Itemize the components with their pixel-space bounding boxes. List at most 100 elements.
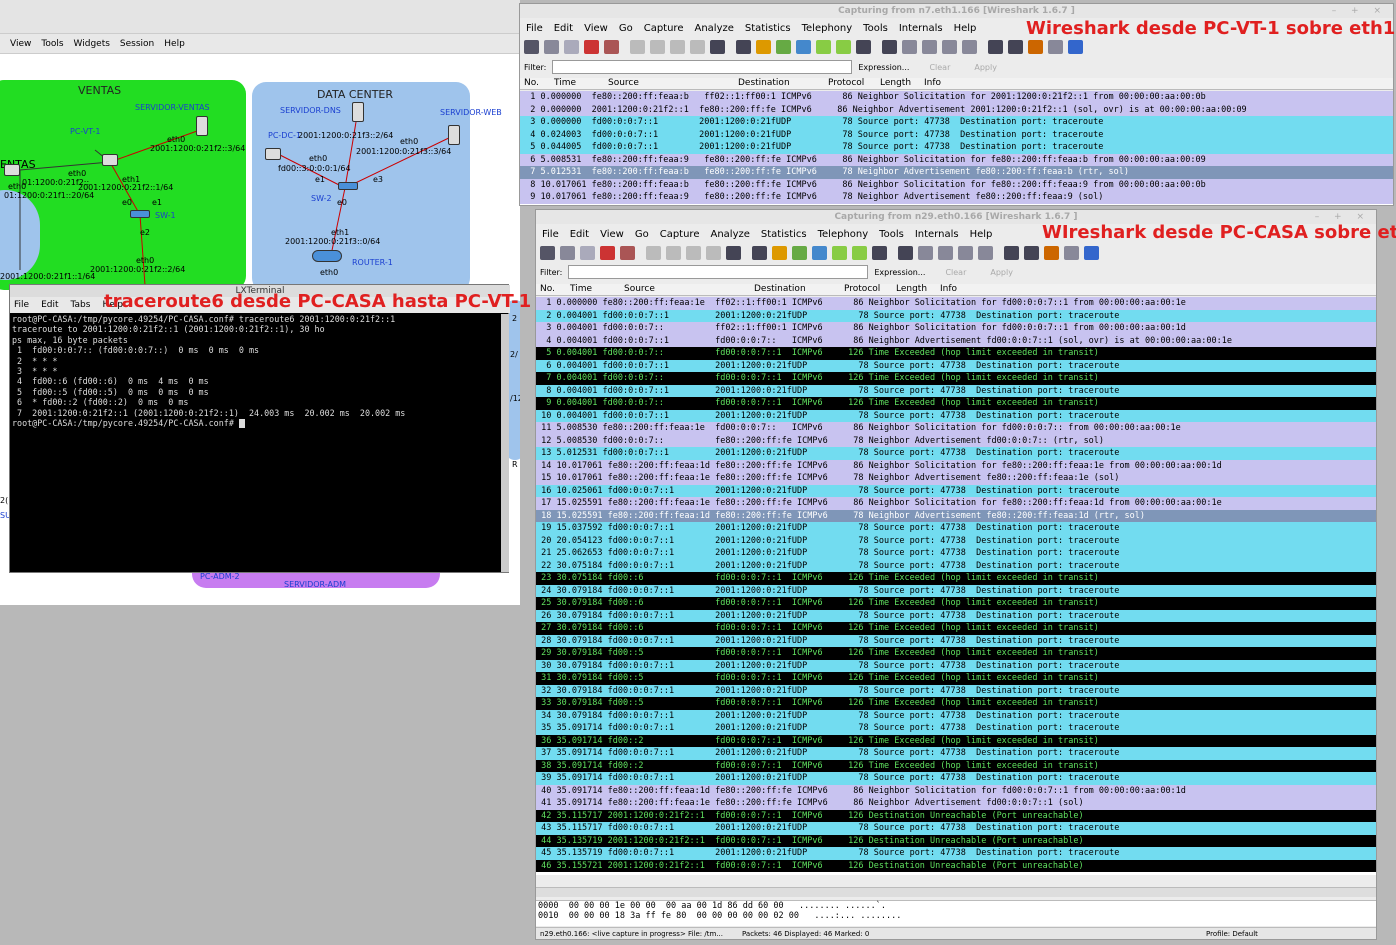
pc-vt-1-icon[interactable] bbox=[102, 154, 118, 166]
toolbar-button-icon[interactable] bbox=[706, 246, 721, 260]
ws1-menu-telephony[interactable]: Telephony bbox=[802, 23, 853, 34]
toolbar-button-icon[interactable] bbox=[852, 246, 867, 260]
ws1-packet-list[interactable]: 1 0.000000 fe80::200:ff:feaa:b ff02::1:f… bbox=[520, 91, 1393, 205]
packet-row[interactable]: 46 35.155721 2001:1200:0:21f2::1 fd00:0:… bbox=[536, 859, 1376, 872]
switch-sw2-icon[interactable] bbox=[338, 182, 358, 190]
toolbar-button-icon[interactable] bbox=[584, 40, 599, 54]
column-header-source[interactable]: Source bbox=[624, 284, 655, 294]
column-header-time[interactable]: Time bbox=[570, 284, 592, 294]
ws2-menu-analyze[interactable]: Analyze bbox=[710, 229, 749, 240]
column-header-time[interactable]: Time bbox=[554, 78, 576, 88]
menu-help[interactable]: Help bbox=[164, 39, 185, 49]
column-header-info[interactable]: Info bbox=[940, 284, 957, 294]
ws1-menu-view[interactable]: View bbox=[584, 23, 608, 34]
packet-row[interactable]: 9 0.004001 fd00:0:0:7:: fd00:0:0:7::1 IC… bbox=[536, 397, 1376, 410]
toolbar-button-icon[interactable] bbox=[620, 246, 635, 260]
packet-row[interactable]: 35 35.091714 fd00:0:0:7::1 2001:1200:0:2… bbox=[536, 722, 1376, 735]
toolbar-button-icon[interactable] bbox=[902, 40, 917, 54]
terminal-output[interactable]: root@PC-CASA:/tmp/pycore.49254/PC-CASA.c… bbox=[12, 314, 500, 572]
toolbar-button-icon[interactable] bbox=[646, 246, 661, 260]
toolbar-button-icon[interactable] bbox=[630, 40, 645, 54]
packet-row[interactable]: 5 0.004001 fd00:0:0:7:: fd00:0:0:7::1 IC… bbox=[536, 347, 1376, 360]
toolbar-button-icon[interactable] bbox=[988, 40, 1003, 54]
server-web-icon[interactable] bbox=[448, 125, 460, 145]
packet-row[interactable]: 39 35.091714 fd00:0:0:7::1 2001:1200:0:2… bbox=[536, 772, 1376, 785]
toolbar-button-icon[interactable] bbox=[1004, 246, 1019, 260]
toolbar-button-icon[interactable] bbox=[872, 246, 887, 260]
packet-row[interactable]: 26 30.079184 fd00:0:0:7::1 2001:1200:0:2… bbox=[536, 609, 1376, 622]
menu-widgets[interactable]: Widgets bbox=[74, 39, 110, 49]
terminal-scrollbar[interactable] bbox=[501, 314, 509, 572]
toolbar-button-icon[interactable] bbox=[962, 40, 977, 54]
toolbar-button-icon[interactable] bbox=[1068, 40, 1083, 54]
packet-row[interactable]: 42 35.115717 2001:1200:0:21f2::1 fd00:0:… bbox=[536, 809, 1376, 822]
toolbar-button-icon[interactable] bbox=[792, 246, 807, 260]
packet-row[interactable]: 41 35.091714 fe80::200:ff:feaa:1e fe80::… bbox=[536, 797, 1376, 810]
packet-row[interactable]: 40 35.091714 fe80::200:ff:feaa:1d fe80::… bbox=[536, 784, 1376, 797]
packet-row[interactable]: 13 5.012531 fd00:0:0:7::1 2001:1200:0:21… bbox=[536, 447, 1376, 460]
packet-row[interactable]: 37 35.091714 fd00:0:0:7::1 2001:1200:0:2… bbox=[536, 747, 1376, 760]
packet-row[interactable]: 17 15.025591 fe80::200:ff:feaa:1e fe80::… bbox=[536, 497, 1376, 510]
packet-row[interactable]: 15 10.017061 fe80::200:ff:feaa:1e fe80::… bbox=[536, 472, 1376, 485]
toolbar-button-icon[interactable] bbox=[752, 246, 767, 260]
column-header-no[interactable]: No. bbox=[524, 78, 539, 88]
packet-row[interactable]: 1 0.000000 fe80::200:ff:feaa:b ff02::1:f… bbox=[520, 91, 1393, 104]
packet-row[interactable]: 10 0.004001 fd00:0:0:7::1 2001:1200:0:21… bbox=[536, 409, 1376, 422]
ws1-filter-input[interactable] bbox=[552, 60, 853, 74]
packet-row[interactable]: 3 0.004001 fd00:0:0:7:: ff02::1:ff00:1 I… bbox=[536, 322, 1376, 335]
ws2-hex-pane[interactable]: 0000 00 00 00 1e 00 00 00 aa 00 1d 86 dd… bbox=[536, 900, 1376, 926]
toolbar-button-icon[interactable] bbox=[1048, 40, 1063, 54]
ws1-menu-edit[interactable]: Edit bbox=[554, 23, 573, 34]
packet-row[interactable]: 14 10.017061 fe80::200:ff:feaa:1d fe80::… bbox=[536, 459, 1376, 472]
toolbar-button-icon[interactable] bbox=[650, 40, 665, 54]
packet-row[interactable]: 29 30.079184 fd00::5 fd00:0:0:7::1 ICMPv… bbox=[536, 647, 1376, 660]
toolbar-button-icon[interactable] bbox=[580, 246, 595, 260]
packet-row[interactable]: 23 30.075184 fd00::6 fd00:0:0:7::1 ICMPv… bbox=[536, 572, 1376, 585]
packet-row[interactable]: 18 15.025591 fe80::200:ff:feaa:1d fe80::… bbox=[536, 509, 1376, 522]
toolbar-button-icon[interactable] bbox=[710, 40, 725, 54]
column-header-length[interactable]: Length bbox=[896, 284, 927, 294]
packet-row[interactable]: 5 0.044005 fd00:0:0:7::1 2001:1200:0:21f… bbox=[520, 141, 1393, 154]
toolbar-button-icon[interactable] bbox=[922, 40, 937, 54]
ws2-hscroll[interactable] bbox=[536, 887, 1376, 897]
packet-row[interactable]: 20 20.054123 fd00:0:0:7::1 2001:1200:0:2… bbox=[536, 534, 1376, 547]
ws2-menu-view[interactable]: View bbox=[600, 229, 624, 240]
toolbar-button-icon[interactable] bbox=[726, 246, 741, 260]
toolbar-button-icon[interactable] bbox=[1008, 40, 1023, 54]
packet-row[interactable]: 32 30.079184 fd00:0:0:7::1 2001:1200:0:2… bbox=[536, 684, 1376, 697]
toolbar-button-icon[interactable] bbox=[564, 40, 579, 54]
packet-row[interactable]: 31 30.079184 fd00::5 fd00:0:0:7::1 ICMPv… bbox=[536, 672, 1376, 685]
packet-row[interactable]: 27 30.079184 fd00::6 fd00:0:0:7::1 ICMPv… bbox=[536, 622, 1376, 635]
packet-row[interactable]: 7 0.004001 fd00:0:0:7:: fd00:0:0:7::1 IC… bbox=[536, 372, 1376, 385]
packet-row[interactable]: 25 30.079184 fd00::6 fd00:0:0:7::1 ICMPv… bbox=[536, 597, 1376, 610]
ws2-apply-button[interactable]: Apply bbox=[990, 268, 1013, 277]
toolbar-button-icon[interactable] bbox=[560, 246, 575, 260]
toolbar-button-icon[interactable] bbox=[836, 40, 851, 54]
ws2-window-buttons[interactable]: – + × bbox=[1315, 212, 1370, 222]
menu-tools[interactable]: Tools bbox=[41, 39, 63, 49]
column-header-protocol[interactable]: Protocol bbox=[844, 284, 880, 294]
toolbar-button-icon[interactable] bbox=[832, 246, 847, 260]
packet-row[interactable]: 4 0.004001 fd00:0:0:7::1 fd00:0:0:7:: IC… bbox=[536, 334, 1376, 347]
toolbar-button-icon[interactable] bbox=[666, 246, 681, 260]
column-header-info[interactable]: Info bbox=[924, 78, 941, 88]
toolbar-button-icon[interactable] bbox=[600, 246, 615, 260]
packet-row[interactable]: 9 10.017061 fe80::200:ff:feaa:9 fe80::20… bbox=[520, 191, 1393, 204]
packet-row[interactable]: 2 0.004001 fd00:0:0:7::1 2001:1200:0:21f… bbox=[536, 309, 1376, 322]
packet-row[interactable]: 16 10.025061 fd00:0:0:7::1 2001:1200:0:2… bbox=[536, 484, 1376, 497]
toolbar-button-icon[interactable] bbox=[756, 40, 771, 54]
packet-row[interactable]: 30 30.079184 fd00:0:0:7::1 2001:1200:0:2… bbox=[536, 659, 1376, 672]
packet-row[interactable]: 21 25.062653 fd00:0:0:7::1 2001:1200:0:2… bbox=[536, 547, 1376, 560]
menu-view[interactable]: View bbox=[10, 39, 31, 49]
toolbar-button-icon[interactable] bbox=[958, 246, 973, 260]
packet-row[interactable]: 38 35.091714 fd00::2 fd00:0:0:7::1 ICMPv… bbox=[536, 759, 1376, 772]
ws2-clear-button[interactable]: Clear bbox=[945, 268, 966, 277]
toolbar-button-icon[interactable] bbox=[540, 246, 555, 260]
toolbar-button-icon[interactable] bbox=[670, 40, 685, 54]
packet-row[interactable]: 2 0.000000 2001:1200:0:21f2::1 fe80::200… bbox=[520, 103, 1393, 116]
ws2-menu-telephony[interactable]: Telephony bbox=[818, 229, 869, 240]
switch-sw1-icon[interactable] bbox=[130, 210, 150, 218]
toolbar-button-icon[interactable] bbox=[690, 40, 705, 54]
column-header-no[interactable]: No. bbox=[540, 284, 555, 294]
packet-row[interactable]: 19 15.037592 fd00:0:0:7::1 2001:1200:0:2… bbox=[536, 522, 1376, 535]
